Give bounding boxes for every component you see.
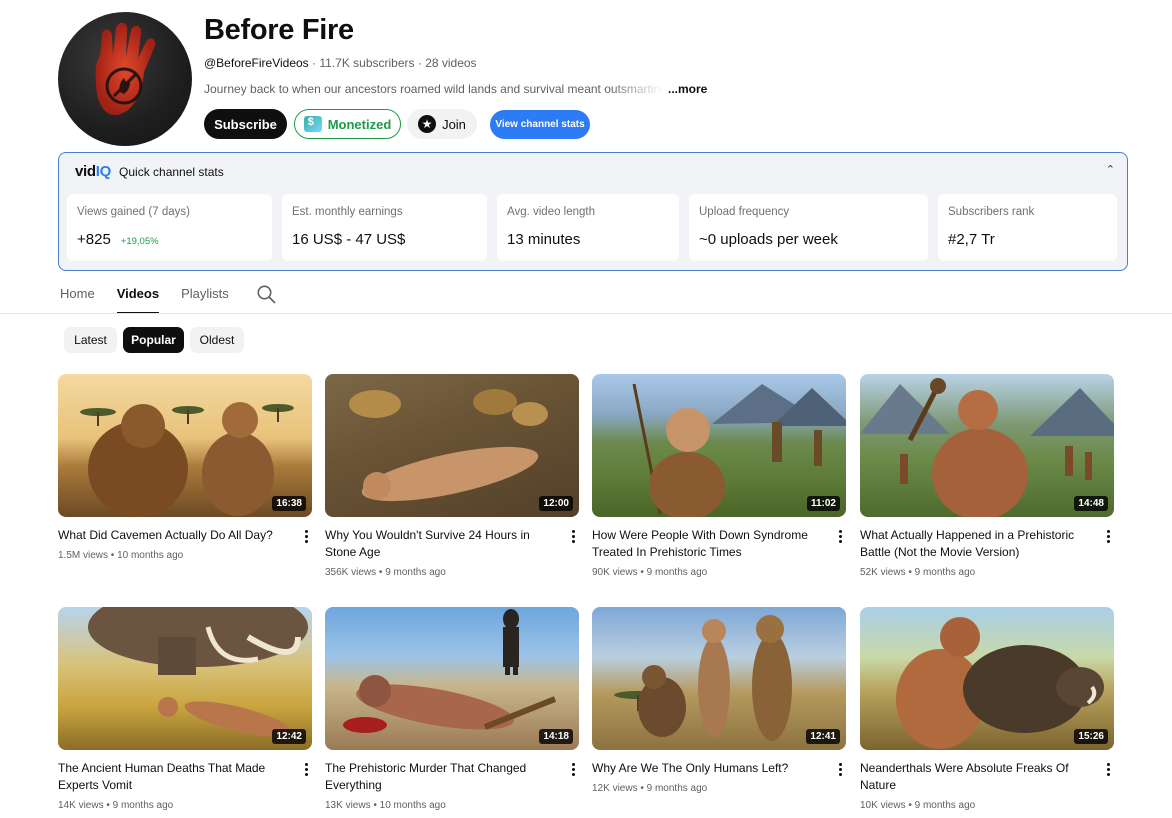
more-options-icon[interactable] [304, 763, 308, 776]
red-handprint-logo [95, 22, 156, 115]
channel-handle: @BeforeFireVideos [204, 56, 309, 70]
channel-meta: @BeforeFireVideos · 11.7K subscribers · … [204, 56, 477, 70]
video-duration: 15:26 [1074, 729, 1108, 744]
channel-title: Before Fire [204, 14, 354, 46]
video-thumbnail[interactable]: 16:38 [58, 374, 312, 517]
video-duration: 12:41 [806, 729, 840, 744]
video-duration: 14:48 [1074, 496, 1108, 511]
video-meta: 12K views • 9 months ago [592, 783, 708, 794]
stat-label: Views gained (7 days) [77, 206, 190, 218]
stat-delta: +19,05% [120, 236, 159, 247]
join-button[interactable]: ★ Join [407, 109, 477, 139]
stat-card-avg-length: Avg. video length 13 minutes [497, 194, 679, 261]
video-thumbnail[interactable]: 15:26 [860, 607, 1114, 750]
star-badge-icon: ★ [418, 115, 437, 133]
monetization-icon [303, 116, 322, 132]
tab-home[interactable]: Home [60, 284, 95, 314]
video-thumbnail[interactable]: 12:00 [325, 374, 579, 517]
subscribe-button[interactable]: Subscribe [204, 109, 287, 139]
view-channel-stats-button[interactable]: View channel stats [490, 110, 590, 139]
stat-card-subscribers-rank: Subscribers rank #2,7 Tr [938, 194, 1117, 261]
stat-value: +825 +19,05% [77, 231, 159, 248]
channel-tabs: Home Videos Playlists [60, 284, 229, 314]
more-options-icon[interactable] [838, 763, 842, 776]
channel-avatar[interactable] [58, 12, 192, 146]
more-options-icon[interactable] [571, 530, 575, 543]
more-options-icon[interactable] [1106, 530, 1110, 543]
video-card[interactable]: 16:38 What Did Cavemen Actually Do All D… [58, 374, 312, 561]
video-duration: 16:38 [272, 496, 306, 511]
stat-card-monthly-earnings: Est. monthly earnings 16 US$ - 47 US$ [282, 194, 487, 261]
tab-videos[interactable]: Videos [116, 284, 160, 314]
video-title[interactable]: Why You Wouldn't Survive 24 Hours in Sto… [325, 527, 557, 561]
video-thumbnail[interactable]: 12:41 [592, 607, 846, 750]
chip-popular[interactable]: Popular [123, 327, 184, 353]
video-thumbnail[interactable]: 14:18 [325, 607, 579, 750]
more-options-icon[interactable] [838, 530, 842, 543]
video-title[interactable]: Why Are We The Only Humans Left? [592, 760, 824, 777]
video-card[interactable]: 14:18 The Prehistoric Murder That Change… [325, 607, 579, 811]
video-card[interactable]: 12:42 The Ancient Human Deaths That Made… [58, 607, 312, 811]
chip-oldest[interactable]: Oldest [190, 327, 244, 353]
vidiq-quick-stats-panel: vidIQ Quick channel stats ⌃ Views gained… [58, 152, 1128, 271]
stat-value: #2,7 Tr [948, 231, 995, 248]
tab-playlists[interactable]: Playlists [181, 284, 229, 314]
stat-card-views-gained: Views gained (7 days) +825 +19,05% [67, 194, 272, 261]
video-meta: 52K views • 9 months ago [860, 567, 976, 578]
stat-value: 16 US$ - 47 US$ [292, 231, 406, 248]
video-duration: 11:02 [806, 496, 840, 511]
stat-label: Upload frequency [699, 206, 790, 218]
video-card[interactable]: 15:26 Neanderthals Were Absolute Freaks … [860, 607, 1114, 811]
video-thumbnail[interactable]: 14:48 [860, 374, 1114, 517]
meta-separator: · [414, 56, 426, 70]
video-thumbnail[interactable]: 12:42 [58, 607, 312, 750]
video-meta: 10K views • 9 months ago [860, 800, 976, 811]
video-title[interactable]: How Were People With Down Syndrome Treat… [592, 527, 824, 561]
video-count: 28 videos [425, 56, 477, 70]
more-options-icon[interactable] [304, 530, 308, 543]
join-label: Join [442, 116, 466, 132]
video-meta: 1.5M views • 10 months ago [58, 550, 184, 561]
video-title[interactable]: The Prehistoric Murder That Changed Ever… [325, 760, 557, 794]
tabs-divider [0, 313, 1172, 314]
video-title[interactable]: What Actually Happened in a Prehistoric … [860, 527, 1092, 561]
video-card[interactable]: 11:02 How Were People With Down Syndrome… [592, 374, 846, 578]
vidiq-logo: vidIQ [75, 163, 112, 180]
more-options-icon[interactable] [571, 763, 575, 776]
video-meta: 356K views • 9 months ago [325, 567, 446, 578]
channel-description[interactable]: Journey back to when our ancestors roame… [204, 82, 707, 96]
vidiq-header: vidIQ Quick channel stats [75, 163, 224, 180]
stat-label: Est. monthly earnings [292, 206, 403, 218]
stat-value: ~0 uploads per week [699, 231, 838, 248]
video-card[interactable]: 12:41 Why Are We The Only Humans Left? 1… [592, 607, 846, 794]
chip-latest[interactable]: Latest [64, 327, 117, 353]
stat-label: Avg. video length [507, 206, 596, 218]
more-link[interactable]: ...more [668, 82, 707, 96]
video-title[interactable]: Neanderthals Were Absolute Freaks Of Nat… [860, 760, 1092, 794]
video-card[interactable]: 14:48 What Actually Happened in a Prehis… [860, 374, 1114, 578]
stat-card-upload-frequency: Upload frequency ~0 uploads per week [689, 194, 928, 261]
stat-label: Subscribers rank [948, 206, 1035, 218]
monetized-label: Monetized [327, 116, 392, 132]
video-meta: 90K views • 9 months ago [592, 567, 708, 578]
video-card[interactable]: 12:00 Why You Wouldn't Survive 24 Hours … [325, 374, 579, 578]
video-title[interactable]: The Ancient Human Deaths That Made Exper… [58, 760, 290, 794]
video-title[interactable]: What Did Cavemen Actually Do All Day? [58, 527, 290, 544]
video-meta: 13K views • 10 months ago [325, 800, 446, 811]
meta-separator: · [308, 56, 320, 70]
vidiq-title: Quick channel stats [119, 164, 224, 179]
video-thumbnail[interactable]: 11:02 [592, 374, 846, 517]
video-duration: 12:00 [539, 496, 573, 511]
description-text: Journey back to when our ancestors roame… [204, 82, 664, 96]
search-icon[interactable] [256, 284, 276, 304]
stat-value: 13 minutes [507, 231, 581, 248]
monetized-button[interactable]: Monetized [294, 109, 401, 139]
video-meta: 14K views • 9 months ago [58, 800, 174, 811]
more-options-icon[interactable] [1106, 763, 1110, 776]
video-duration: 14:18 [539, 729, 573, 744]
video-duration: 12:42 [272, 729, 306, 744]
subscriber-count: 11.7K subscribers [319, 56, 415, 70]
chevron-up-icon[interactable]: ⌃ [1106, 163, 1115, 176]
